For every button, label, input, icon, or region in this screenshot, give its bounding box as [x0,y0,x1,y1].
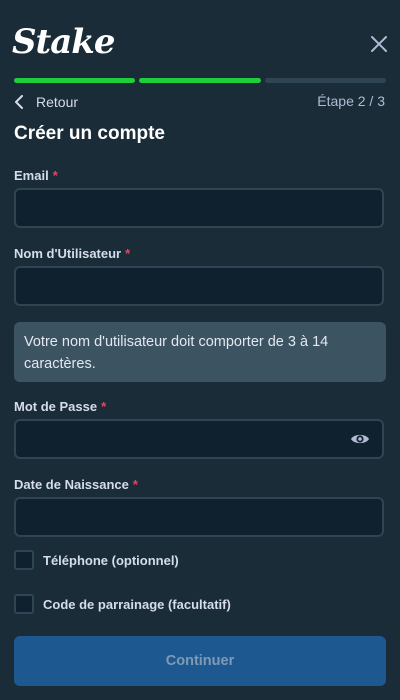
back-button[interactable]: Retour [14,92,78,112]
progress-step-3 [264,78,386,83]
birthdate-field[interactable] [16,499,382,535]
step-progress-bar [14,78,386,83]
email-field[interactable] [16,190,382,226]
birthdate-label-text: Date de Naissance [14,477,129,492]
required-marker: * [52,168,58,183]
email-label: Email * [14,168,58,183]
password-field-box[interactable] [14,419,384,459]
password-label: Mot de Passe * [14,399,106,414]
email-label-text: Email [14,168,49,183]
username-label-text: Nom d'Utilisateur [14,246,122,261]
required-marker: * [132,477,138,492]
username-hint: Votre nom d'utilisateur doit comporter d… [14,322,386,382]
username-field-box[interactable] [14,266,384,306]
referral-checkbox-row[interactable]: Code de parrainage (facultatif) [14,593,231,615]
password-label-text: Mot de Passe [14,399,98,414]
username-label: Nom d'Utilisateur * [14,246,130,261]
stake-logo[interactable]: Stake [12,20,115,64]
page-title: Créer un compte [14,123,165,144]
chevron-left-icon [15,95,23,109]
phone-checkbox-row[interactable]: Téléphone (optionnel) [14,549,179,571]
birthdate-field-box[interactable] [14,497,384,537]
continue-button[interactable]: Continuer [14,636,386,686]
close-icon[interactable] [369,34,389,54]
progress-step-1 [14,78,136,83]
phone-checkbox[interactable] [14,550,34,570]
progress-step-2 [139,78,261,83]
step-indicator: Étape 2 / 3 [317,93,385,109]
eye-icon[interactable] [350,431,370,447]
email-field-box[interactable] [14,188,384,228]
header: Stake [0,0,400,78]
required-marker: * [125,246,131,261]
required-marker: * [101,399,107,414]
password-field[interactable] [16,421,382,457]
phone-checkbox-label[interactable]: Téléphone (optionnel) [43,553,179,568]
back-label: Retour [36,94,79,110]
referral-checkbox[interactable] [14,594,34,614]
birthdate-label: Date de Naissance * [14,477,138,492]
referral-checkbox-label[interactable]: Code de parrainage (facultatif) [43,597,231,612]
username-field[interactable] [16,268,382,304]
